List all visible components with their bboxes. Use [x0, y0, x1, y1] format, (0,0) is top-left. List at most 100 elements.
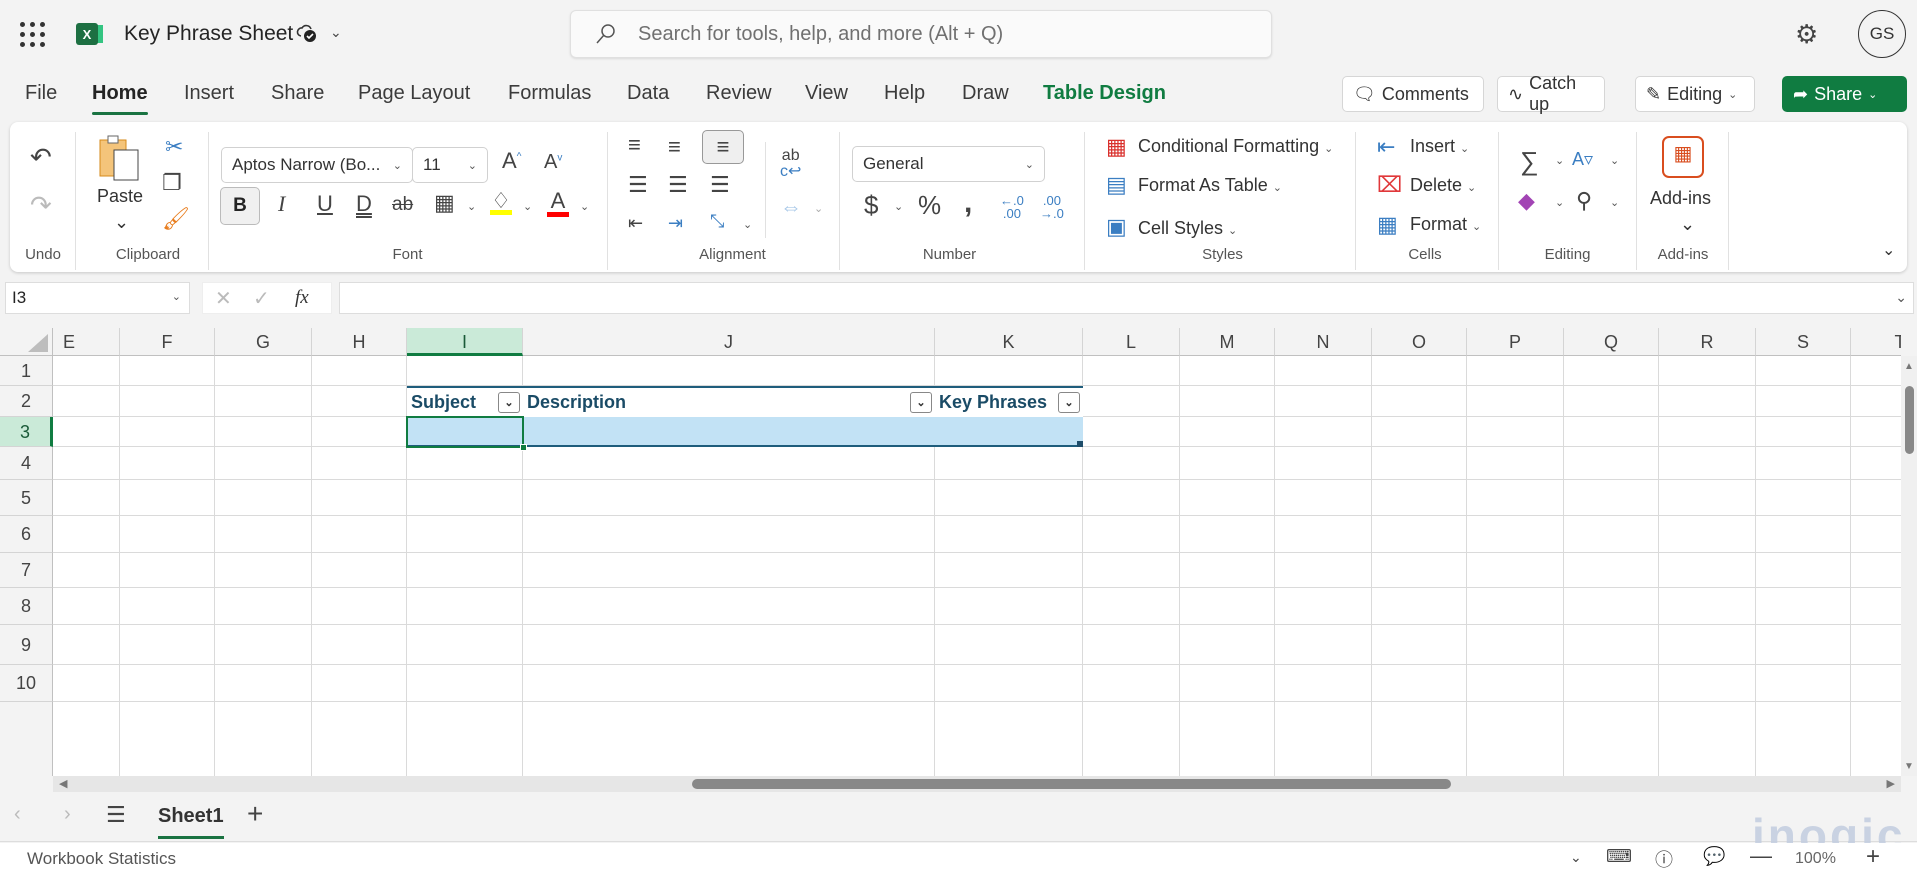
chevron-down-icon[interactable]: ⌄: [814, 204, 823, 215]
tab-page-layout[interactable]: Page Layout: [358, 82, 470, 105]
chevron-down-icon[interactable]: ⌄: [1555, 156, 1564, 167]
column-header-g[interactable]: G: [215, 328, 312, 356]
column-header-n[interactable]: N: [1275, 328, 1372, 356]
fill-handle[interactable]: [520, 444, 527, 451]
row-header-7[interactable]: 7: [0, 553, 53, 588]
zoom-level[interactable]: 100%: [1795, 850, 1836, 868]
paste-icon[interactable]: [98, 134, 142, 186]
chevron-down-icon[interactable]: ⌄: [330, 24, 342, 41]
tab-home[interactable]: Home: [92, 82, 148, 115]
format-cells-icon[interactable]: ▦: [1377, 214, 1398, 236]
row-header-5[interactable]: 5: [0, 480, 53, 516]
format-cells-button[interactable]: Format ⌄: [1410, 214, 1481, 235]
chevron-down-icon[interactable]: ⌄: [114, 212, 129, 233]
cancel-icon[interactable]: ✕: [215, 286, 232, 311]
currency-icon[interactable]: $: [864, 192, 878, 218]
redo-icon[interactable]: ↷: [30, 192, 52, 218]
decrease-decimal-icon[interactable]: .00 →.0: [1040, 194, 1064, 220]
row-header-6[interactable]: 6: [0, 516, 53, 553]
cell-styles-button[interactable]: Cell Styles ⌄: [1138, 218, 1237, 239]
paste-label[interactable]: Paste: [97, 186, 143, 207]
conditional-formatting-icon[interactable]: ▦: [1106, 136, 1127, 158]
scroll-right-icon[interactable]: ▶: [1887, 777, 1895, 790]
column-header-i[interactable]: I: [407, 328, 523, 356]
add-ins-button[interactable]: Add-ins: [1650, 188, 1711, 209]
insert-cells-icon[interactable]: ⇤: [1377, 136, 1395, 158]
autosum-icon[interactable]: ∑: [1520, 148, 1539, 174]
add-ins-icon[interactable]: ▦: [1662, 136, 1704, 178]
tab-view[interactable]: View: [805, 82, 848, 105]
zoom-out-icon[interactable]: —: [1750, 843, 1772, 869]
row-header-10[interactable]: 10: [0, 665, 53, 702]
cloud-saved-icon[interactable]: [296, 22, 318, 44]
row-header-2[interactable]: 2: [0, 386, 53, 417]
align-left-icon[interactable]: ☰: [628, 174, 648, 196]
percent-icon[interactable]: %: [918, 192, 941, 218]
column-header-s[interactable]: S: [1756, 328, 1851, 356]
increase-font-size-icon[interactable]: A^: [502, 150, 521, 172]
italic-button[interactable]: I: [278, 193, 285, 215]
comments-button[interactable]: 🗨 Comments: [1342, 76, 1484, 112]
row-header-3[interactable]: 3: [0, 417, 53, 447]
scroll-up-icon[interactable]: ▲: [1904, 361, 1914, 372]
editing-mode-button[interactable]: ✎ Editing ⌄: [1635, 76, 1755, 112]
table-header-description[interactable]: Description ⌄: [523, 386, 935, 417]
catch-up-button[interactable]: ∿ Catch up: [1497, 73, 1605, 114]
worksheet-grid[interactable]: EFGHIJKLMNOPQRST 1 2 3 4 5 6 7 8 9 10 Subject ⌄ D…: [0, 328, 1901, 776]
add-sheet-icon[interactable]: +: [247, 798, 263, 830]
tab-draw[interactable]: Draw: [962, 82, 1009, 105]
number-format-dropdown[interactable]: General ⌄: [852, 146, 1045, 182]
format-as-table-button[interactable]: Format As Table ⌄: [1138, 175, 1282, 196]
sheet-tab-sheet1[interactable]: Sheet1: [158, 805, 224, 839]
keyboard-icon[interactable]: ⌨: [1606, 846, 1632, 867]
clear-icon[interactable]: ◆: [1518, 190, 1535, 212]
row-header-1[interactable]: 1: [0, 356, 53, 386]
tab-help[interactable]: Help: [884, 82, 925, 105]
increase-decimal-icon[interactable]: ←.0.00: [1000, 194, 1024, 220]
scroll-down-icon[interactable]: ▼: [1904, 761, 1914, 772]
table-header-key-phrases[interactable]: Key Phrases ⌄: [935, 386, 1083, 417]
insert-cells-button[interactable]: Insert ⌄: [1410, 136, 1469, 157]
tab-review[interactable]: Review: [706, 82, 772, 105]
align-right-icon[interactable]: ☰: [710, 174, 730, 196]
help-icon[interactable]: ⓘ: [1655, 846, 1673, 872]
chevron-down-icon[interactable]: ⌄: [467, 202, 476, 213]
tab-share[interactable]: Share: [271, 82, 324, 105]
collapse-ribbon-icon[interactable]: ⌄: [1882, 240, 1895, 260]
column-header-e[interactable]: E: [53, 328, 120, 356]
column-header-p[interactable]: P: [1467, 328, 1564, 356]
format-as-table-icon[interactable]: ▤: [1106, 174, 1127, 196]
column-header-l[interactable]: L: [1083, 328, 1180, 356]
share-button[interactable]: ➦ Share ⌄: [1782, 76, 1907, 112]
undo-icon[interactable]: ↶: [30, 144, 52, 170]
conditional-formatting-button[interactable]: Conditional Formatting ⌄: [1138, 136, 1333, 157]
tab-table-design[interactable]: Table Design: [1043, 82, 1166, 105]
row-header-4[interactable]: 4: [0, 447, 53, 480]
tab-file[interactable]: File: [25, 82, 57, 105]
horizontal-scrollbar[interactable]: ◀ ▶: [53, 776, 1901, 792]
column-header-m[interactable]: M: [1180, 328, 1275, 356]
column-header-h[interactable]: H: [312, 328, 407, 356]
enter-icon[interactable]: ✓: [253, 286, 270, 311]
chevron-down-icon[interactable]: ⌄: [523, 202, 532, 213]
font-color-icon[interactable]: A: [547, 190, 569, 217]
all-sheets-menu-icon[interactable]: ☰: [106, 802, 126, 828]
column-header-o[interactable]: O: [1372, 328, 1467, 356]
chevron-down-icon[interactable]: ⌄: [1555, 198, 1564, 209]
tab-data[interactable]: Data: [627, 82, 669, 105]
tab-insert[interactable]: Insert: [184, 82, 234, 105]
chevron-down-icon[interactable]: ⌄: [894, 202, 903, 213]
column-header-t[interactable]: T: [1851, 328, 1901, 356]
column-header-r[interactable]: R: [1659, 328, 1756, 356]
gear-icon[interactable]: ⚙: [1795, 20, 1823, 48]
chevron-down-icon[interactable]: ⌄: [1610, 156, 1619, 167]
scroll-left-icon[interactable]: ◀: [59, 777, 67, 790]
document-title[interactable]: Key Phrase Sheet: [124, 22, 293, 46]
zoom-in-icon[interactable]: +: [1866, 843, 1880, 871]
bold-button[interactable]: B: [220, 187, 260, 225]
chevron-down-icon[interactable]: ⌄: [1570, 849, 1582, 866]
find-icon[interactable]: ⚲: [1576, 190, 1592, 212]
merge-center-icon[interactable]: ⇔: [780, 196, 802, 218]
double-underline-button[interactable]: D: [356, 193, 372, 215]
row-header-8[interactable]: 8: [0, 588, 53, 625]
